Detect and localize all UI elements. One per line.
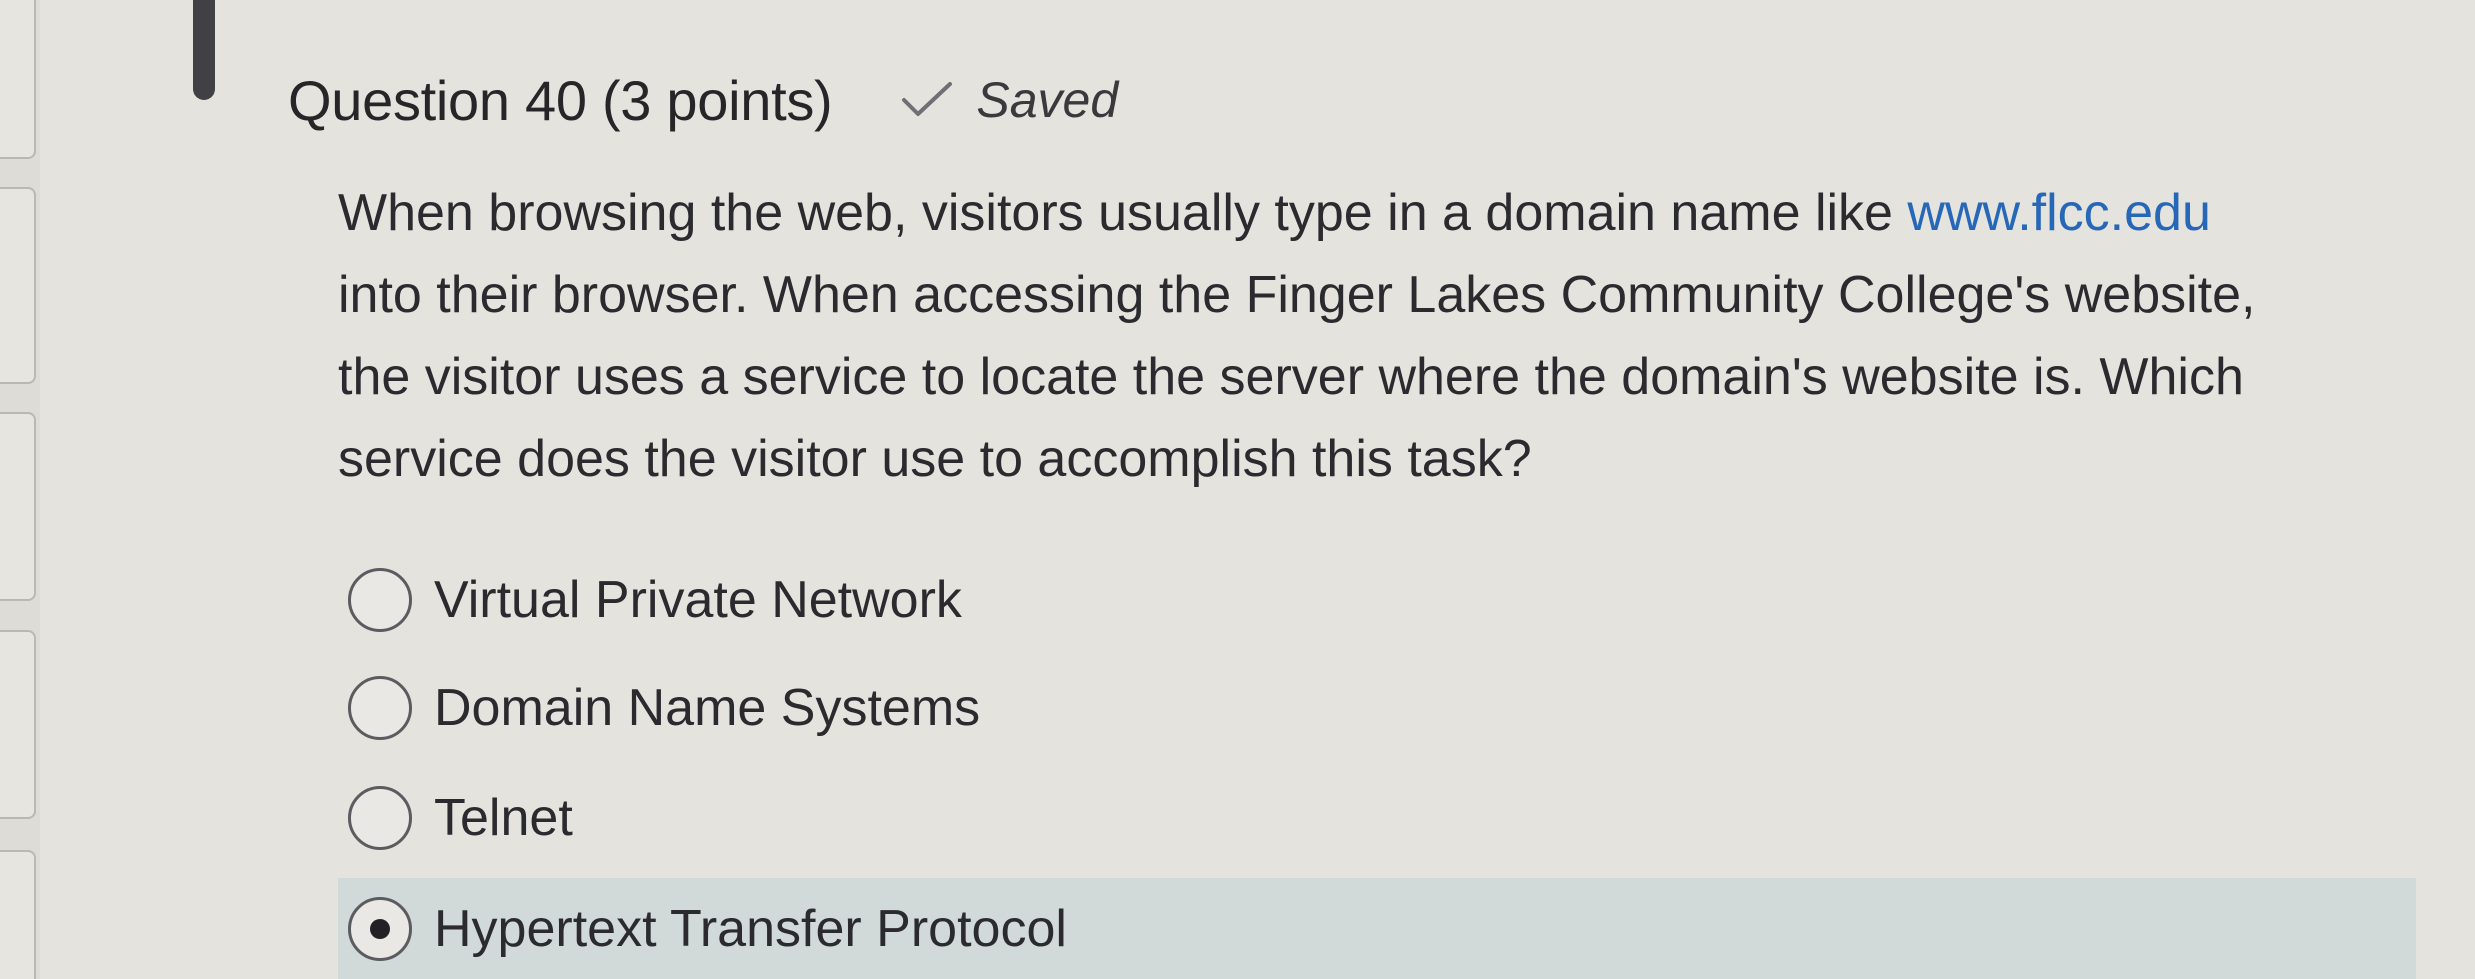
scroll-indicator[interactable] <box>193 0 215 100</box>
question-text-line: When browsing the web, visitors usually … <box>338 172 2378 254</box>
saved-status-text: Saved <box>976 72 1119 128</box>
nav-tab-1[interactable] <box>0 0 36 159</box>
answer-option-label: Virtual Private Network <box>434 571 962 629</box>
nav-tab-3[interactable] <box>0 412 36 601</box>
check-icon <box>902 82 953 116</box>
question-text-line: service does the visitor use to accompli… <box>338 430 1532 488</box>
radio-button[interactable] <box>348 786 412 850</box>
answer-option-virtual-private-network[interactable]: Virtual Private Network <box>338 548 962 652</box>
question-header: Question 40 (3 points) Saved <box>288 60 1118 140</box>
nav-tab-4[interactable] <box>0 630 36 819</box>
answer-option-hypertext-transfer-protocol[interactable]: Hypertext Transfer Protocol <box>338 878 2416 979</box>
nav-tab-2[interactable] <box>0 187 36 384</box>
answer-option-label: Hypertext Transfer Protocol <box>434 899 1067 958</box>
domain-link[interactable]: www.flcc.edu <box>1907 184 2210 242</box>
saved-status: Saved <box>900 71 1118 129</box>
question-text-line: into their browser. When accessing the F… <box>338 266 2256 324</box>
answer-option-label: Telnet <box>434 789 573 847</box>
question-text-line: the visitor uses a service to locate the… <box>338 348 2244 406</box>
answer-option-telnet[interactable]: Telnet <box>338 766 573 870</box>
radio-button[interactable] <box>348 568 412 632</box>
nav-tab-5[interactable] <box>0 850 36 979</box>
radio-button-selected[interactable] <box>348 896 412 961</box>
question-text: When browsing the web, visitors usually … <box>338 172 2378 500</box>
answer-option-domain-name-systems[interactable]: Domain Name Systems <box>338 656 980 760</box>
answer-option-label: Domain Name Systems <box>434 679 981 737</box>
question-text-segment: When browsing the web, visitors usually … <box>338 184 1908 242</box>
radio-button[interactable] <box>348 676 412 740</box>
radio-selected-dot <box>370 918 390 939</box>
question-title: Question 40 (3 points) <box>288 68 833 132</box>
